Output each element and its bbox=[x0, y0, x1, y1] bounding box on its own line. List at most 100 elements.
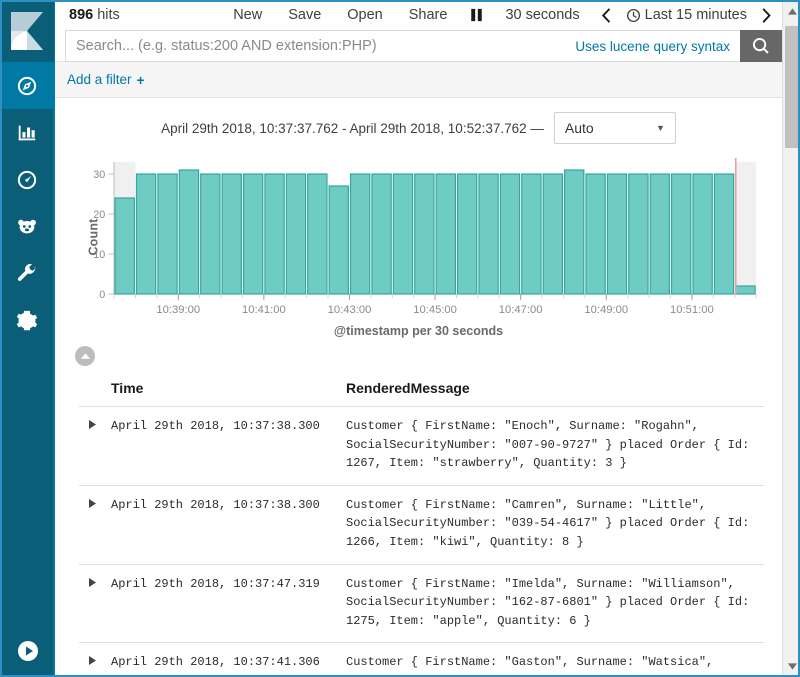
sidebar-item-visualize[interactable] bbox=[0, 109, 54, 156]
sidebar-item-discover[interactable] bbox=[0, 62, 54, 109]
lucene-syntax-link[interactable]: Uses lucene query syntax bbox=[567, 39, 730, 54]
compass-icon bbox=[17, 76, 36, 95]
discover-topbar: 896 hits New Save Open Share 30 seconds bbox=[55, 0, 800, 62]
row-expand-button[interactable] bbox=[79, 564, 105, 644]
topbar-actions-row: 896 hits New Save Open Share 30 seconds bbox=[65, 0, 782, 30]
search-box[interactable]: Uses lucene query syntax bbox=[65, 30, 740, 62]
bar-chart-icon bbox=[18, 125, 35, 140]
chevron-right-icon bbox=[88, 577, 96, 587]
main-panel: 896 hits New Save Open Share 30 seconds bbox=[55, 0, 800, 677]
row-time: April 29th 2018, 10:37:38.300 bbox=[105, 406, 340, 486]
svg-text:10:41:00: 10:41:00 bbox=[242, 304, 286, 316]
wrench-icon bbox=[17, 263, 36, 281]
row-time: April 29th 2018, 10:37:38.300 bbox=[105, 485, 340, 565]
table-row[interactable]: April 29th 2018, 10:37:38.300 Customer { … bbox=[79, 406, 764, 486]
svg-text:10: 10 bbox=[93, 249, 105, 261]
time-prev-button[interactable] bbox=[592, 7, 621, 23]
sidebar-collapse-button[interactable] bbox=[0, 639, 55, 663]
sidebar-item-dev-tools[interactable] bbox=[0, 250, 54, 297]
interval-select[interactable]: Auto ▼ bbox=[553, 112, 676, 144]
pause-refresh-button[interactable] bbox=[460, 8, 493, 22]
svg-text:10:47:00: 10:47:00 bbox=[499, 304, 543, 316]
kibana-discover-app: 896 hits New Save Open Share 30 seconds bbox=[0, 0, 800, 677]
chevron-right-icon bbox=[88, 656, 96, 666]
vertical-scrollbar[interactable] bbox=[782, 0, 800, 677]
kibana-k-logo-icon bbox=[10, 12, 43, 50]
doc-table-body: April 29th 2018, 10:37:38.300 Customer { … bbox=[79, 406, 764, 677]
kibana-logo[interactable] bbox=[0, 0, 54, 62]
gear-icon bbox=[16, 310, 37, 330]
interval-select-value: Auto bbox=[564, 120, 594, 136]
bear-face-icon bbox=[17, 219, 36, 233]
svg-text:20: 20 bbox=[93, 209, 105, 221]
scroll-down-button[interactable] bbox=[783, 657, 800, 675]
scroll-up-button[interactable] bbox=[783, 2, 800, 20]
gauge-icon bbox=[17, 170, 36, 189]
save-button[interactable]: Save bbox=[275, 7, 334, 23]
row-time: April 29th 2018, 10:37:41.306 bbox=[105, 642, 340, 677]
search-input[interactable] bbox=[76, 38, 568, 54]
share-button[interactable]: Share bbox=[396, 7, 461, 23]
histogram-svg: 0 10 20 30 10:39:00 10:41:00 10:43:00 10:45:00 1… bbox=[93, 158, 757, 316]
triangle-up-icon bbox=[787, 7, 797, 15]
svg-text:10:51:00: 10:51:00 bbox=[670, 304, 714, 316]
svg-text:10:43:00: 10:43:00 bbox=[328, 304, 372, 316]
row-expand-button[interactable] bbox=[79, 406, 105, 486]
time-range-button[interactable]: Last 15 minutes bbox=[621, 7, 753, 23]
row-rendered-message: Customer { FirstName: "Gaston", Surname:… bbox=[340, 642, 764, 677]
search-icon bbox=[753, 38, 769, 54]
collapse-chart-button[interactable] bbox=[75, 346, 95, 366]
svg-text:10:45:00: 10:45:00 bbox=[413, 304, 457, 316]
chevron-right-icon bbox=[88, 498, 96, 508]
svg-text:0: 0 bbox=[99, 289, 105, 301]
row-rendered-message: Customer { FirstName: "Camren", Surname:… bbox=[340, 485, 764, 565]
doc-table: Time RenderedMessage April 29th 2018, 10… bbox=[79, 374, 764, 677]
documents-table: Time RenderedMessage April 29th 2018, 10… bbox=[79, 374, 764, 677]
pause-icon bbox=[471, 8, 483, 22]
row-rendered-message: Customer { FirstName: "Imelda", Surname:… bbox=[340, 564, 764, 644]
chevron-up-circle-icon bbox=[80, 352, 90, 359]
hits-counter: 896 hits bbox=[69, 7, 120, 23]
global-nav-sidebar bbox=[0, 0, 55, 677]
time-next-button[interactable] bbox=[753, 7, 782, 23]
th-expand bbox=[79, 374, 105, 407]
time-range-label: Last 15 minutes bbox=[644, 7, 747, 23]
triangle-down-icon bbox=[787, 662, 797, 670]
hits-count: 896 bbox=[69, 7, 94, 23]
search-row: Uses lucene query syntax bbox=[65, 30, 782, 62]
refresh-interval-button[interactable]: 30 seconds bbox=[493, 7, 591, 23]
svg-text:10:49:00: 10:49:00 bbox=[584, 304, 628, 316]
svg-text:10:39:00: 10:39:00 bbox=[156, 304, 200, 316]
table-row[interactable]: April 29th 2018, 10:37:47.319 Customer { … bbox=[79, 564, 764, 644]
chart-header: April 29th 2018, 10:37:37.762 - April 29… bbox=[55, 99, 782, 152]
table-row[interactable]: April 29th 2018, 10:37:41.306 Customer { … bbox=[79, 642, 764, 677]
table-row[interactable]: April 29th 2018, 10:37:38.300 Customer { … bbox=[79, 485, 764, 565]
open-button[interactable]: Open bbox=[334, 7, 395, 23]
chevron-right-icon bbox=[88, 420, 96, 429]
plus-icon: + bbox=[136, 71, 145, 88]
date-range-text: April 29th 2018, 10:37:37.762 - April 29… bbox=[161, 120, 544, 136]
scrollbar-thumb[interactable] bbox=[785, 26, 799, 148]
sidebar-item-management[interactable] bbox=[0, 297, 54, 344]
histogram-chart[interactable]: Count 0 10 20 30 10:39:00 10:41:00 10:43:00 10:… bbox=[69, 152, 762, 322]
add-filter-button[interactable]: Add a filter + bbox=[67, 72, 145, 88]
row-rendered-message: Customer { FirstName: "Enoch", Surname: … bbox=[340, 406, 764, 486]
discover-content: April 29th 2018, 10:37:37.762 - April 29… bbox=[55, 99, 782, 677]
th-time[interactable]: Time bbox=[105, 374, 340, 407]
add-filter-label: Add a filter bbox=[67, 72, 132, 87]
row-expand-button[interactable] bbox=[79, 642, 105, 677]
hits-label: hits bbox=[97, 7, 120, 23]
filter-bar: Add a filter + bbox=[55, 62, 800, 98]
play-circle-icon bbox=[17, 641, 38, 661]
row-expand-button[interactable] bbox=[79, 485, 105, 565]
sidebar-item-machine-learning[interactable] bbox=[0, 203, 54, 250]
chevron-down-icon: ▼ bbox=[655, 123, 665, 133]
chevron-left-icon bbox=[601, 7, 610, 23]
th-rendered-message[interactable]: RenderedMessage bbox=[340, 374, 764, 407]
table-header-row: Time RenderedMessage bbox=[79, 374, 764, 407]
sidebar-item-dashboard[interactable] bbox=[0, 156, 54, 203]
row-time: April 29th 2018, 10:37:47.319 bbox=[105, 564, 340, 644]
chevron-right-icon bbox=[762, 7, 771, 23]
search-submit-button[interactable] bbox=[740, 30, 782, 62]
new-button[interactable]: New bbox=[220, 7, 275, 23]
